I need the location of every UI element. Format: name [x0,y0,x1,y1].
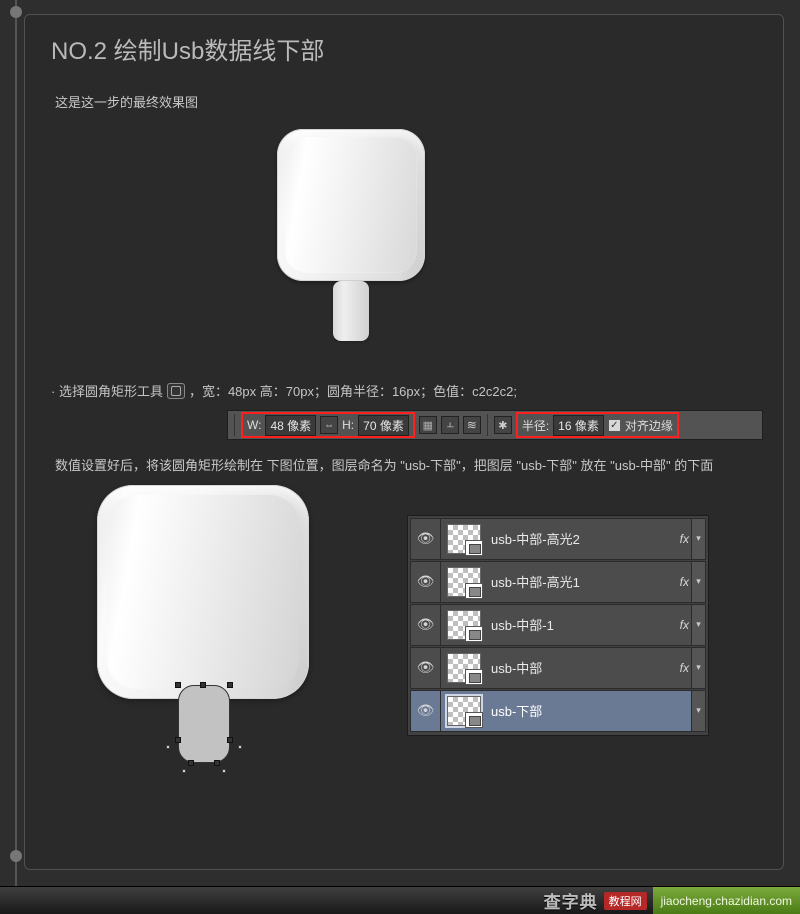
shape-mode-icon[interactable] [419,416,437,434]
section-heading: NO.2 绘制Usb数据线下部 [47,29,328,68]
width-label: W: [247,418,261,432]
layer-fx-badge[interactable]: fx [680,661,691,675]
watermark-url: jiaocheng.chazidian.com [653,887,800,914]
bezier-handle [166,745,170,749]
layer-visibility-icon[interactable]: 👁 [411,605,441,645]
gear-icon[interactable] [494,416,512,434]
width-input[interactable]: 48 像素 [265,415,316,436]
timeline-vertical-line [15,0,17,914]
radius-input[interactable]: 16 像素 [553,415,604,436]
usb-illustration-1 [47,121,761,373]
layer-fx-badge[interactable]: fx [680,575,691,589]
layer-thumbnail[interactable] [447,567,481,597]
layer-visibility-icon[interactable]: 👁 [411,519,441,559]
layer-name[interactable]: usb-中部 [487,658,680,677]
layer-row[interactable]: 👁 usb-中部-1fx▾ [410,604,706,646]
separator [487,414,488,436]
bezier-handle [182,769,186,773]
layer-name[interactable]: usb-中部-1 [487,615,680,634]
layer-dropdown-icon[interactable]: ▾ [691,519,705,559]
watermark-bar: 查字典 教程网 jiaocheng.chazidian.com [0,886,800,914]
usb-illustration-2 [47,485,407,793]
layer-dropdown-icon[interactable]: ▾ [691,562,705,602]
layer-thumbnail[interactable] [447,653,481,683]
radius-label: 半径: [522,417,549,434]
bezier-handle [222,769,226,773]
layer-visibility-icon[interactable]: 👁 [411,648,441,688]
layer-name[interactable]: usb-下部 [487,701,691,720]
watermark-site: 查字典 [538,888,604,913]
separator [234,414,235,436]
align-edges-label: 对齐边缘 [625,417,673,434]
layer-row[interactable]: 👁 usb-中部-高光1fx▾ [410,561,706,603]
instruction-paragraph: 数值设置好后，将该圆角矩形绘制在 下图位置，图层命名为 "usb-下部"，把图层… [55,454,761,479]
layer-fx-badge[interactable]: fx [680,618,691,632]
watermark-tag: 教程网 [604,892,647,910]
bezier-handle [238,745,242,749]
radius-highlight-box: 半径: 16 像素 ✓ 对齐边缘 [516,412,679,438]
layer-name[interactable]: usb-中部-高光1 [487,572,680,591]
link-wh-icon[interactable] [320,416,338,434]
tool-desc-suffix: ，宽：48px 高：70px；圆角半径：16px；色值：c2c2c2; [189,381,517,400]
layers-column: 👁usb-中部-高光2fx▾👁usb-中部-高光1fx▾👁usb-中部-1fx▾… [407,485,761,793]
ps-options-bar: W: 48 像素 H: 70 像素 半径: 16 像素 ✓ 对齐边缘 [227,410,763,440]
height-input[interactable]: 70 像素 [358,415,409,436]
tutorial-card: NO.2 绘制Usb数据线下部 这是这一步的最终效果图 · 选择圆角矩形工具 ，… [24,14,784,870]
rounded-rect-tool-icon [167,383,185,399]
layer-dropdown-icon[interactable]: ▾ [691,648,705,688]
layer-dropdown-icon[interactable]: ▾ [691,691,705,731]
layer-visibility-icon[interactable]: 👁 [411,691,441,731]
usb2-stub-shape [178,685,230,763]
layer-name[interactable]: usb-中部-高光2 [487,529,680,548]
tool-desc-prefix: · 选择圆角矩形工具 [51,381,163,400]
layout-row-2: 👁usb-中部-高光2fx▾👁usb-中部-高光1fx▾👁usb-中部-1fx▾… [47,485,761,793]
layer-visibility-icon[interactable]: 👁 [411,562,441,602]
align-edges-checkbox[interactable]: ✓ [608,419,621,432]
usb2-body-inner [107,495,299,689]
layer-thumbnail[interactable] [447,610,481,640]
usb-stub [333,281,369,341]
layer-dropdown-icon[interactable]: ▾ [691,605,705,645]
tool-description: · 选择圆角矩形工具 ，宽：48px 高：70px；圆角半径：16px；色值：c… [51,381,761,400]
result-caption: 这是这一步的最终效果图 [55,92,761,111]
size-highlight-box: W: 48 像素 H: 70 像素 [241,412,415,438]
layers-panel: 👁usb-中部-高光2fx▾👁usb-中部-高光1fx▾👁usb-中部-1fx▾… [407,515,709,736]
layer-row[interactable]: 👁 usb-下部▾ [410,690,706,732]
layer-thumbnail[interactable] [447,524,481,554]
layer-row[interactable]: 👁 usb-中部fx▾ [410,647,706,689]
usb-body-inner [285,137,417,273]
layer-thumbnail[interactable] [447,696,481,726]
arrange-icon[interactable] [463,416,481,434]
align-icon[interactable] [441,416,459,434]
layer-fx-badge[interactable]: fx [680,532,691,546]
height-label: H: [342,418,354,432]
timeline-dot-top [10,6,22,18]
layer-row[interactable]: 👁 usb-中部-高光2fx▾ [410,518,706,560]
timeline-dot-bottom [10,850,22,862]
